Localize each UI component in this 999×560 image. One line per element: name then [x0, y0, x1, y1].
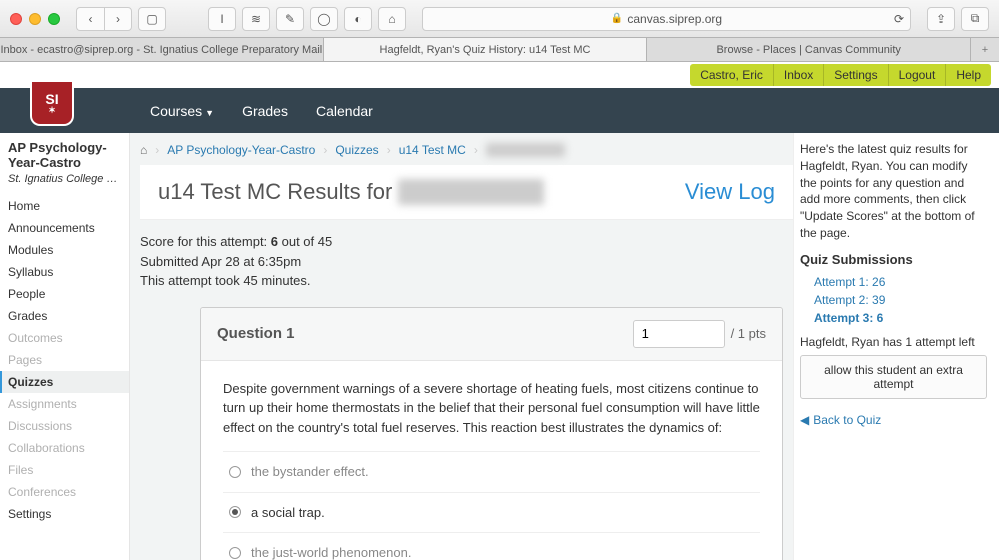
attempt-link[interactable]: Attempt 2: 39 [814, 293, 987, 307]
settings-link[interactable]: Settings [823, 64, 887, 86]
question-card: Question 1 / 1 pts Despite government wa… [200, 307, 783, 560]
view-log-link[interactable]: View Log [685, 179, 775, 205]
sidebar-item-syllabus[interactable]: Syllabus [0, 261, 129, 283]
attempt-summary: Score for this attempt: 6 out of 45 Subm… [140, 220, 793, 307]
attempt-duration: This attempt took 45 minutes. [140, 271, 775, 291]
points-input[interactable] [633, 320, 725, 348]
nav-calendar[interactable]: Calendar [316, 103, 373, 119]
share-button[interactable]: ⇪ [927, 7, 955, 31]
browser-tab-0[interactable]: Inbox - ecastro@siprep.org - St. Ignatiu… [0, 38, 324, 61]
ext-button-1[interactable]: ≋ [242, 7, 270, 31]
main-content: ⌂ › AP Psychology-Year-Castro › Quizzes … [130, 133, 793, 560]
nav-grades[interactable]: Grades [242, 103, 288, 119]
crumb-student-hidden: Hagfeldt, Ryan [486, 143, 565, 157]
back-to-quiz-link[interactable]: ◀Back to Quiz [800, 413, 987, 427]
nav-courses[interactable]: Courses▼ [150, 103, 214, 119]
title-student-hidden: Hagfeldt, Ryan [398, 179, 544, 205]
sidebar-item-quizzes[interactable]: Quizzes [0, 371, 129, 393]
crumb-quizzes[interactable]: Quizzes [335, 143, 378, 157]
course-sidebar: AP Psychology-Year-Castro St. Ignatius C… [0, 133, 130, 560]
radio-icon [229, 547, 241, 559]
reader-button[interactable]: I [208, 7, 236, 31]
course-subtitle: St. Ignatius College Prepara... [8, 173, 121, 185]
points-suffix: / 1 pts [731, 326, 766, 341]
crumb-quiz[interactable]: u14 Test MC [399, 143, 466, 157]
sidebar-item-discussions[interactable]: Discussions [0, 415, 129, 437]
forward-button[interactable]: › [104, 7, 132, 31]
radio-icon [229, 506, 241, 518]
reload-icon[interactable]: ⟳ [894, 12, 904, 26]
close-window-icon[interactable] [10, 13, 22, 25]
logout-link[interactable]: Logout [888, 64, 946, 86]
nav-buttons: ‹ › [76, 7, 132, 31]
sidebar-item-conferences[interactable]: Conferences [0, 481, 129, 503]
page-header: u14 Test MC Results for Hagfeldt, Ryan V… [140, 165, 793, 220]
home-button[interactable]: ⌂ [378, 7, 406, 31]
attempt-link[interactable]: Attempt 1: 26 [814, 275, 987, 289]
crumb-course[interactable]: AP Psychology-Year-Castro [167, 143, 315, 157]
sidebar-item-assignments[interactable]: Assignments [0, 393, 129, 415]
chevron-down-icon: ▼ [205, 108, 214, 118]
sidebar-item-pages[interactable]: Pages [0, 349, 129, 371]
page-title: u14 Test MC Results for Hagfeldt, Ryan [158, 179, 544, 205]
global-nav: SI✶ Courses▼ Grades Calendar [0, 88, 999, 133]
address-bar[interactable]: 🔒 canvas.siprep.org ⟳ [422, 7, 911, 31]
help-text: Here's the latest quiz results for Hagfe… [800, 141, 987, 242]
back-button[interactable]: ‹ [76, 7, 104, 31]
browser-tab-2[interactable]: Browse - Places | Canvas Community [647, 38, 971, 61]
sidebar-item-outcomes[interactable]: Outcomes [0, 327, 129, 349]
breadcrumb: ⌂ › AP Psychology-Year-Castro › Quizzes … [140, 143, 793, 165]
browser-tabs: Inbox - ecastro@siprep.org - St. Ignatiu… [0, 38, 999, 62]
answer-text: a social trap. [251, 503, 325, 523]
attempt-link[interactable]: Attempt 3: 6 [814, 311, 987, 325]
answer-text: the bystander effect. [251, 462, 369, 482]
sidebar-item-settings[interactable]: Settings [0, 503, 129, 525]
answer-option[interactable]: the bystander effect. [223, 451, 760, 492]
submissions-heading: Quiz Submissions [800, 252, 987, 267]
home-icon[interactable]: ⌂ [140, 143, 147, 157]
radio-icon [229, 466, 241, 478]
answer-option[interactable]: a social trap. [223, 492, 760, 533]
sidebar-item-modules[interactable]: Modules [0, 239, 129, 261]
window-controls [10, 13, 60, 25]
user-bar: Castro, Eric Inbox Settings Logout Help [0, 62, 999, 88]
new-tab-button[interactable]: + [971, 38, 999, 61]
extra-attempt-button[interactable]: allow this student an extra attempt [800, 355, 987, 399]
sidebar-item-collaborations[interactable]: Collaborations [0, 437, 129, 459]
answer-option[interactable]: the just-world phenomenon. [223, 532, 760, 560]
sidebar-item-people[interactable]: People [0, 283, 129, 305]
ext-button-3[interactable]: ◯ [310, 7, 338, 31]
tabs-button[interactable]: ⧉ [961, 7, 989, 31]
school-logo-icon[interactable]: SI✶ [30, 82, 74, 126]
url-text: canvas.siprep.org [627, 12, 722, 26]
course-title: AP Psychology-Year-Castro [8, 141, 121, 171]
sidebar-item-announcements[interactable]: Announcements [0, 217, 129, 239]
triangle-left-icon: ◀ [800, 413, 809, 427]
question-stem: Despite government warnings of a severe … [223, 379, 760, 438]
lock-icon: 🔒 [611, 13, 623, 24]
sidebar-item-grades[interactable]: Grades [0, 305, 129, 327]
user-name[interactable]: Castro, Eric [690, 64, 773, 86]
question-label: Question 1 [217, 325, 295, 342]
maximize-window-icon[interactable] [48, 13, 60, 25]
submitted-time: Submitted Apr 28 at 6:35pm [140, 252, 775, 272]
sidebar-item-home[interactable]: Home [0, 195, 129, 217]
browser-toolbar: ‹ › ▢ I ≋ ✎ ◯ ◐ ⌂ 🔒 canvas.siprep.org ⟳ … [0, 0, 999, 38]
ext-button-2[interactable]: ✎ [276, 7, 304, 31]
inbox-link[interactable]: Inbox [773, 64, 823, 86]
minimize-window-icon[interactable] [29, 13, 41, 25]
help-link[interactable]: Help [945, 64, 991, 86]
sidebar-button[interactable]: ▢ [138, 7, 166, 31]
answer-text: the just-world phenomenon. [251, 543, 411, 560]
ext-button-4[interactable]: ◐ [344, 7, 372, 31]
attempts-remaining: Hagfeldt, Ryan has 1 attempt left [800, 335, 987, 349]
sidebar-item-files[interactable]: Files [0, 459, 129, 481]
right-sidebar: Here's the latest quiz results for Hagfe… [793, 133, 999, 560]
browser-tab-1[interactable]: Hagfeldt, Ryan's Quiz History: u14 Test … [324, 38, 648, 61]
